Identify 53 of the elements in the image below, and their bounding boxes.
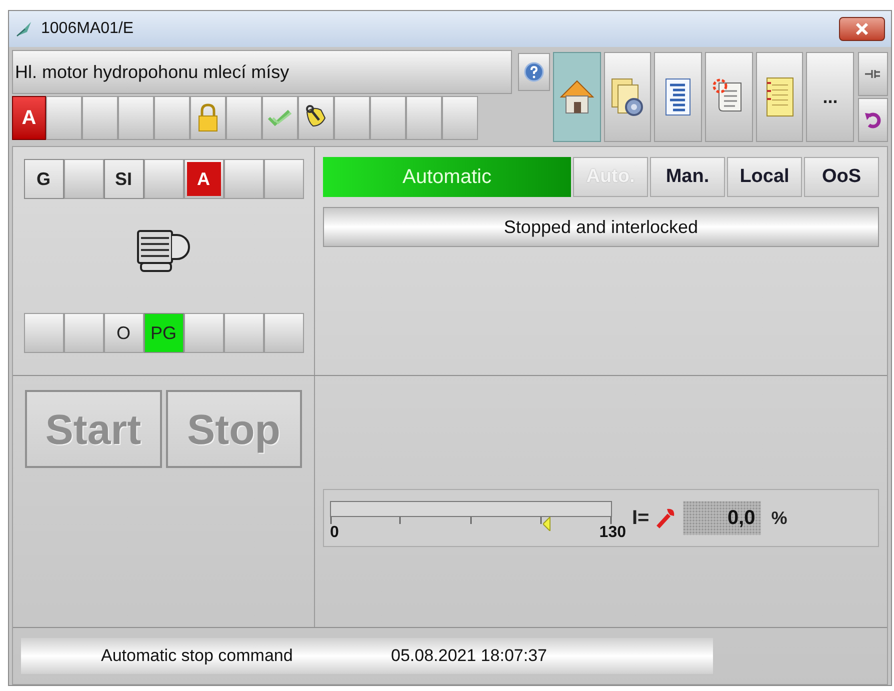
mode-button[interactable]: OoS xyxy=(804,157,879,197)
notepad-icon xyxy=(764,75,796,119)
scale-min: 0 xyxy=(330,523,339,543)
status-cell xyxy=(82,96,118,140)
state-display: Stopped and interlocked xyxy=(323,207,879,247)
indicator-cell: PG xyxy=(144,313,184,353)
unit-label: % xyxy=(771,506,788,530)
pin-button[interactable] xyxy=(858,52,888,96)
pin-icon xyxy=(864,67,882,81)
window-title: 1006MA01/E xyxy=(41,19,134,39)
alarm-indicator: A xyxy=(186,162,220,196)
indicator-cell xyxy=(264,159,304,199)
list-document-icon xyxy=(663,77,694,117)
indicator-cell xyxy=(224,313,264,353)
motor-icon xyxy=(134,227,192,275)
question-mark-icon xyxy=(524,62,544,82)
scale-max: 130 xyxy=(599,523,626,543)
status-cell xyxy=(370,96,406,140)
mode-button[interactable]: Local xyxy=(727,157,802,197)
status-cell xyxy=(118,96,154,140)
close-icon xyxy=(855,23,869,35)
leaf-icon xyxy=(15,20,33,38)
padlock-icon xyxy=(197,103,219,133)
help-button[interactable] xyxy=(518,53,550,91)
status-message: Automatic stop command xyxy=(101,645,294,668)
view-button[interactable] xyxy=(705,52,753,142)
value-field: 0,0 xyxy=(683,501,762,535)
view-button[interactable] xyxy=(756,52,804,142)
indicator-cell: G xyxy=(24,159,64,199)
view-button[interactable]: ... xyxy=(806,52,854,142)
status-cell xyxy=(442,96,478,140)
indicator-cell: O xyxy=(104,313,144,353)
return-button[interactable] xyxy=(858,98,888,142)
current-label: I= xyxy=(632,506,650,531)
indicator-cell: SI xyxy=(104,159,144,199)
mode-display: Automatic xyxy=(323,157,571,197)
indicator-cell xyxy=(184,313,224,353)
indicator-cell xyxy=(264,313,304,353)
indicator-cell xyxy=(64,159,104,199)
checkmark-icon xyxy=(267,108,293,128)
status-cell xyxy=(406,96,442,140)
indicator-cell xyxy=(64,313,104,353)
status-timestamp: 05.08.2021 18:07:37 xyxy=(391,645,547,668)
status-cell xyxy=(46,96,82,140)
indicator-cell xyxy=(24,313,64,353)
undo-arrow-icon xyxy=(864,111,882,129)
view-button[interactable] xyxy=(604,52,652,142)
mode-button[interactable]: Man. xyxy=(650,157,725,197)
view-button[interactable] xyxy=(654,52,702,142)
description-field: Hl. motor hydropohonu mlecí mísy xyxy=(12,50,512,94)
close-button[interactable] xyxy=(839,17,885,41)
view-button[interactable] xyxy=(553,52,601,142)
alarm-indicator: A xyxy=(12,96,46,140)
